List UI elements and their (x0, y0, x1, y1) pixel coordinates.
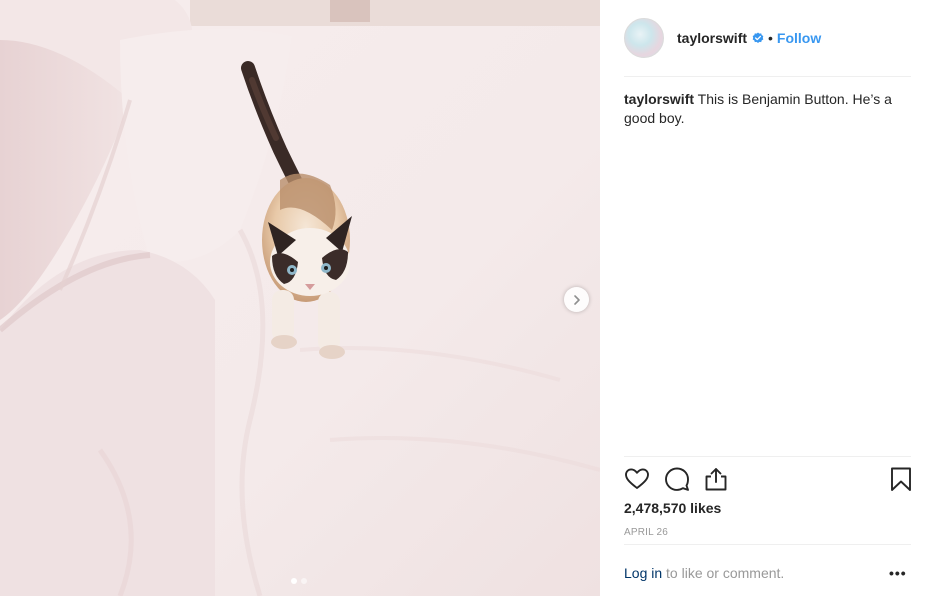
verified-badge-icon (752, 32, 764, 43)
actions-divider (624, 456, 911, 457)
login-prompt-text: to like or comment. (662, 565, 785, 581)
login-prompt: Log in to like or comment. (624, 565, 784, 581)
post-actions (624, 466, 911, 494)
carousel-next-button[interactable] (564, 287, 589, 312)
post-header: taylorswift • Follow (624, 18, 821, 58)
share-upload-icon (705, 468, 727, 491)
chevron-right-icon (573, 294, 580, 305)
bookmark-icon (891, 467, 911, 491)
avatar[interactable] (624, 18, 664, 58)
login-link[interactable]: Log in (624, 565, 662, 581)
more-options-button[interactable]: ••• (889, 565, 907, 581)
post-photo[interactable] (0, 0, 600, 596)
carousel-dot-2 (301, 578, 307, 584)
post-date: APRIL 26 (624, 527, 669, 538)
footer-divider (624, 544, 911, 545)
comment-bubble-icon (665, 467, 689, 491)
post-details-panel: taylorswift • Follow taylorswift This is… (600, 0, 933, 596)
username-link[interactable]: taylorswift (677, 30, 747, 46)
post-caption: taylorswift This is Benjamin Button. He’… (624, 90, 894, 128)
carousel-indicator (291, 578, 307, 584)
heart-icon (625, 468, 649, 489)
follow-button[interactable]: Follow (777, 30, 821, 46)
kitten-on-bed-image (0, 0, 600, 596)
header-separator: • (768, 30, 773, 46)
save-button[interactable] (888, 466, 914, 492)
carousel-dot-1 (291, 578, 297, 584)
comment-button[interactable] (664, 466, 690, 492)
header-divider (624, 76, 911, 77)
like-button[interactable] (624, 466, 650, 492)
caption-username-link[interactable]: taylorswift (624, 91, 694, 107)
like-count[interactable]: 2,478,570 likes (624, 500, 721, 516)
share-button[interactable] (703, 466, 729, 492)
